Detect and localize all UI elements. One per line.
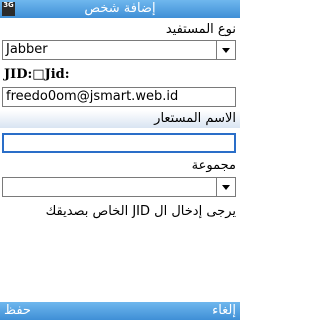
contact-type-select[interactable]: Jabber (2, 40, 236, 60)
page-title: إضافة شخص (84, 1, 156, 16)
chevron-down-icon[interactable] (216, 41, 235, 59)
chevron-down-icon[interactable] (216, 178, 235, 196)
contact-type-value: Jabber (6, 42, 48, 57)
jid-label: JID:□Jid: (4, 67, 70, 82)
contact-type-label: نوع المستفيد (165, 22, 236, 37)
jid-input[interactable]: freedo0om@jsmart.web.id (2, 87, 236, 107)
nickname-label: الاسم المستعار (154, 111, 236, 126)
nickname-input[interactable] (2, 133, 236, 153)
title-bar: 3G إضافة شخص (0, 0, 240, 18)
network-type: 3G (3, 1, 14, 9)
network-signal-icon: 3G (2, 2, 15, 16)
cancel-softkey[interactable]: إلغاء (212, 302, 236, 320)
hint-text: يرجى إدخال ال JID الخاص بصديقك (45, 204, 236, 219)
jid-value: freedo0om@jsmart.web.id (6, 89, 179, 104)
softkey-bar: حفظ إلغاء (0, 302, 240, 320)
group-select[interactable] (2, 177, 236, 197)
nickname-row: الاسم المستعار (0, 110, 240, 128)
group-label: مجموعة (191, 158, 236, 173)
save-softkey[interactable]: حفظ (4, 302, 31, 320)
